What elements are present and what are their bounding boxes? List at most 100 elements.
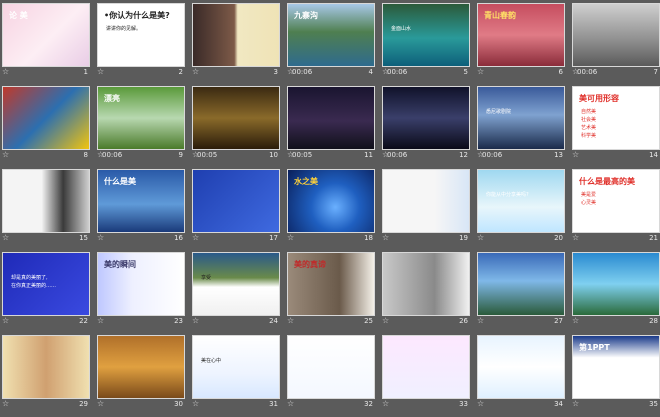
slide-thumbnail[interactable] [192,86,280,150]
slide-28[interactable]: ☆ 28 [572,252,660,334]
slide-timing: 00:06 [482,151,503,159]
slide-3[interactable]: ☆ 3 [192,3,280,85]
slide-21[interactable]: 什么是最高的美 美是爱 心灵美 ☆ 21 [572,169,660,251]
slide-thumbnail[interactable]: 美可用形容 自然美 社会美 艺术美 科学美 [572,86,660,150]
transition-star-icon[interactable]: ☆ [192,399,199,408]
slide-29[interactable]: ☆ 29 [2,335,90,417]
slide-23[interactable]: 美的瞬间 ☆ 23 [97,252,185,334]
slide-thumbnail[interactable] [382,86,470,150]
transition-star-icon[interactable]: ☆ [572,316,579,325]
transition-star-icon[interactable]: ☆ [192,316,199,325]
slide-33[interactable]: ☆ 33 [382,335,470,417]
slide-thumbnail[interactable]: 金面山水 [382,3,470,67]
slide-thumbnail[interactable]: 悉尼歌剧院 [477,86,565,150]
transition-star-icon[interactable]: ☆ [97,233,104,242]
slide-thumbnail[interactable] [382,252,470,316]
slide-thumbnail[interactable] [192,3,280,67]
slide-22[interactable]: 却是真的美丽了, 在你真正美丽的…… ☆ 22 [2,252,90,334]
transition-star-icon[interactable]: ☆ [97,67,104,76]
slide-thumbnail[interactable]: 漂亮 [97,86,185,150]
transition-star-icon[interactable]: ☆ [382,233,389,242]
slide-4[interactable]: 九寨沟 ☆ 00:06 4 [287,3,375,85]
slide-thumbnail[interactable]: 却是真的美丽了, 在你真正美丽的…… [2,252,90,316]
slide-15[interactable]: ☆ 15 [2,169,90,251]
transition-star-icon[interactable]: ☆ [192,233,199,242]
transition-star-icon[interactable]: ☆ [477,399,484,408]
slide-7[interactable]: ☆ 00:06 7 [572,3,660,85]
transition-star-icon[interactable]: ☆ [382,399,389,408]
slide-thumbnail[interactable] [572,3,660,67]
slide-thumbnail[interactable] [382,169,470,233]
transition-star-icon[interactable]: ☆ [2,67,9,76]
slide-18[interactable]: 水之美 ☆ 18 [287,169,375,251]
slide-thumbnail[interactable] [572,252,660,316]
transition-star-icon[interactable]: ☆ [2,399,9,408]
slide-thumbnail[interactable]: 第1PPT www.1ppt.com [572,335,660,399]
transition-star-icon[interactable]: ☆ [572,233,579,242]
slide-14[interactable]: 美可用形容 自然美 社会美 艺术美 科学美 ☆ 14 [572,86,660,168]
slide-19[interactable]: ☆ 19 [382,169,470,251]
slide-thumbnail[interactable] [287,335,375,399]
slide-35[interactable]: 第1PPT www.1ppt.com ☆ 35 [572,335,660,417]
slide-thumbnail[interactable]: 什么是最高的美 美是爱 心灵美 [572,169,660,233]
slide-12[interactable]: ☆ 00:06 12 [382,86,470,168]
slide-1[interactable]: 论 美 ☆ 1 [2,3,90,85]
transition-star-icon[interactable]: ☆ [477,233,484,242]
transition-star-icon[interactable]: ☆ [97,316,104,325]
slide-11[interactable]: ☆ 00:05 11 [287,86,375,168]
transition-star-icon[interactable]: ☆ [287,316,294,325]
slide-25[interactable]: 美的真谛 ☆ 25 [287,252,375,334]
slide-thumbnail[interactable] [2,169,90,233]
slide-8[interactable]: ☆ 8 [2,86,90,168]
slide-17[interactable]: ☆ 17 [192,169,280,251]
transition-star-icon[interactable]: ☆ [2,316,9,325]
slide-thumbnail[interactable]: 九寨沟 [287,3,375,67]
transition-star-icon[interactable]: ☆ [287,399,294,408]
slide-27[interactable]: ☆ 27 [477,252,565,334]
slide-6[interactable]: 青山春韵 ☆ 6 [477,3,565,85]
transition-star-icon[interactable]: ☆ [287,233,294,242]
slide-thumbnail[interactable] [2,86,90,150]
slide-2[interactable]: •你认为什么是美? 讲讲你的见解。 ☆ 2 [97,3,185,85]
slide-24[interactable]: 享受 ☆ 24 [192,252,280,334]
slide-5[interactable]: 金面山水 ☆ 00:06 5 [382,3,470,85]
slide-thumbnail[interactable]: 享受 [192,252,280,316]
transition-star-icon[interactable]: ☆ [2,150,9,159]
slide-9[interactable]: 漂亮 ☆ 00:06 9 [97,86,185,168]
slide-thumbnail[interactable] [192,169,280,233]
transition-star-icon[interactable]: ☆ [477,316,484,325]
slide-34[interactable]: ☆ 34 [477,335,565,417]
transition-star-icon[interactable]: ☆ [97,399,104,408]
transition-star-icon[interactable]: ☆ [477,67,484,76]
slide-thumbnail[interactable] [2,335,90,399]
slide-32[interactable]: ☆ 32 [287,335,375,417]
transition-star-icon[interactable]: ☆ [572,399,579,408]
slide-16[interactable]: 什么是美 ☆ 16 [97,169,185,251]
slide-thumbnail[interactable] [477,335,565,399]
slide-26[interactable]: ☆ 26 [382,252,470,334]
slide-thumbnail[interactable] [382,335,470,399]
slide-thumbnail[interactable]: •你认为什么是美? 讲讲你的见解。 [97,3,185,67]
transition-star-icon[interactable]: ☆ [572,150,579,159]
slide-thumbnail[interactable]: 论 美 [2,3,90,67]
slide-thumbnail[interactable]: 什么是美 [97,169,185,233]
slide-thumbnail[interactable]: 你能从中分享美吗? [477,169,565,233]
slide-10[interactable]: ☆ 00:05 10 [192,86,280,168]
slide-thumbnail[interactable]: 美在心中 [192,335,280,399]
transition-star-icon[interactable]: ☆ [2,233,9,242]
slide-20[interactable]: 你能从中分享美吗? ☆ 20 [477,169,565,251]
slide-thumbnail[interactable]: 水之美 [287,169,375,233]
slide-info-bar: ☆ 3 [192,66,280,80]
slide-thumbnail[interactable]: 美的真谛 [287,252,375,316]
slide-thumbnail[interactable] [287,86,375,150]
slide-info-bar: ☆ 00:05 11 [287,149,375,163]
slide-thumbnail[interactable]: 青山春韵 [477,3,565,67]
transition-star-icon[interactable]: ☆ [382,316,389,325]
slide-13[interactable]: 悉尼歌剧院 ☆ 00:06 13 [477,86,565,168]
slide-thumbnail[interactable] [477,252,565,316]
slide-thumbnail[interactable]: 美的瞬间 [97,252,185,316]
slide-31[interactable]: 美在心中 ☆ 31 [192,335,280,417]
slide-30[interactable]: ☆ 30 [97,335,185,417]
transition-star-icon[interactable]: ☆ [192,67,199,76]
slide-thumbnail[interactable] [97,335,185,399]
